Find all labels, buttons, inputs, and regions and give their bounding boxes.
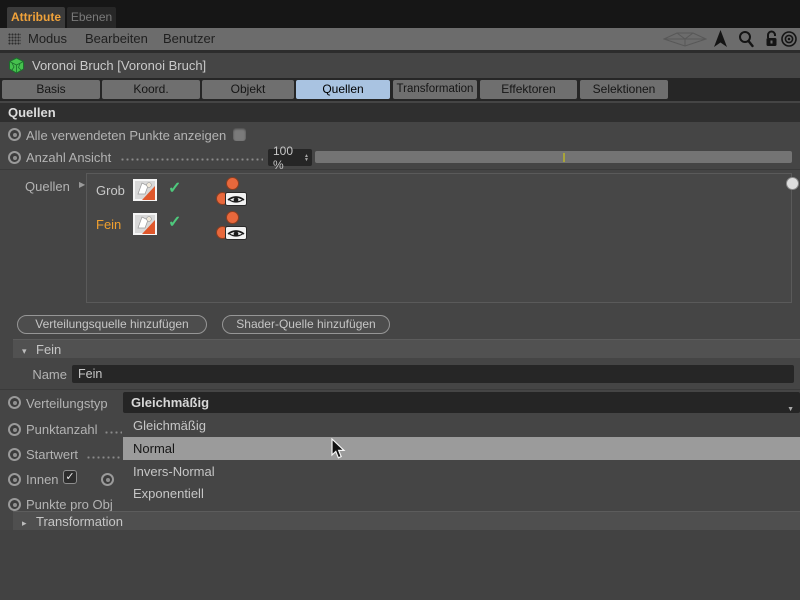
view-count-label: Anzahl Ansicht xyxy=(26,150,112,165)
tab-basis[interactable]: Basis xyxy=(2,80,100,99)
inner-label: Innen xyxy=(26,472,59,487)
group-bar-transformation[interactable]: ▸ Transformation xyxy=(13,511,800,530)
tab-effektoren[interactable]: Effektoren xyxy=(480,80,577,99)
divider xyxy=(0,169,800,170)
dropdown-option-normal[interactable]: Normal xyxy=(123,437,800,460)
list-knob[interactable] xyxy=(786,177,799,190)
name-label: Name xyxy=(32,367,67,382)
tab-koord[interactable]: Koord. xyxy=(102,80,200,99)
keyframe-dot-icon[interactable] xyxy=(8,151,21,164)
sources-list-label: Quellen xyxy=(25,179,70,194)
enabled-check-icon[interactable]: ✓ xyxy=(168,178,181,198)
keyframe-dot-icon[interactable] xyxy=(8,473,21,486)
keyframe-dot-icon[interactable] xyxy=(8,128,21,141)
view-count-field[interactable]: 100 % ▲ ▼ xyxy=(268,144,312,172)
slider-tick xyxy=(563,153,565,162)
mouse-cursor-icon xyxy=(330,437,346,465)
tab-ebenen[interactable]: Ebenen xyxy=(67,7,116,28)
tab-transformation[interactable]: Transformation xyxy=(393,80,477,99)
keyframe-dot-icon[interactable] xyxy=(8,498,21,511)
gem-wireframe-icon[interactable] xyxy=(662,32,708,52)
sources-list[interactable]: Grob ✓ Fein ✓ xyxy=(86,173,799,303)
section-header-label: Quellen xyxy=(8,105,56,120)
combo-value: Gleichmäßig xyxy=(131,395,210,410)
dropdown-option-invers-normal[interactable]: Invers-Normal xyxy=(123,460,800,483)
keyframe-dot-icon[interactable] xyxy=(8,423,21,436)
enabled-check-icon[interactable]: ✓ xyxy=(168,212,181,232)
attribute-manager-window: Attribute Ebenen Modus Bearbeiten Benutz… xyxy=(0,0,800,600)
tab-attribute[interactable]: Attribute xyxy=(7,7,65,28)
tab-objekt[interactable]: Objekt xyxy=(202,80,294,99)
distribution-type-combo[interactable]: Gleichmäßig ▼ xyxy=(123,392,800,413)
empty-area xyxy=(0,530,800,600)
group-bar-fein[interactable]: ▾ Fein xyxy=(13,339,800,358)
view-count-slider[interactable] xyxy=(315,151,792,163)
name-input[interactable] xyxy=(72,365,794,383)
group-bar-label: Transformation xyxy=(36,514,123,529)
tab-quellen[interactable]: Quellen xyxy=(296,80,390,99)
menu-bearbeiten[interactable]: Bearbeiten xyxy=(85,28,148,50)
source-item-grob[interactable]: Grob xyxy=(96,183,125,198)
keyframe-dot-icon[interactable] xyxy=(8,448,21,461)
section-header-quellen[interactable]: Quellen xyxy=(0,103,800,122)
group-bar-label: Fein xyxy=(36,342,62,357)
distribution-source-icon[interactable] xyxy=(133,213,157,240)
dotted-leader xyxy=(86,456,122,459)
grip-icon[interactable] xyxy=(8,33,21,45)
seed-label: Startwert xyxy=(26,447,79,462)
keyframe-dot-icon[interactable] xyxy=(8,396,21,409)
dropdown-option-gleichmaessig[interactable]: Gleichmäßig xyxy=(123,414,800,437)
source-item-fein[interactable]: Fein xyxy=(96,217,121,232)
list-arrow-icon[interactable]: ▶ xyxy=(79,180,85,189)
view-count-value: 100 % xyxy=(273,143,294,172)
target-icon[interactable] xyxy=(781,31,799,52)
dotted-leader xyxy=(104,431,122,434)
state-dot-icon[interactable] xyxy=(226,177,239,190)
distribution-type-dropdown: Gleichmäßig Normal Invers-Normal Exponen… xyxy=(123,414,800,505)
object-title: Voronoi Bruch [Voronoi Bruch] xyxy=(32,58,207,73)
keyframe-dot-icon[interactable] xyxy=(101,473,114,486)
show-points-label: Alle verwendeten Punkte anzeigen xyxy=(26,128,227,143)
voronoi-fracture-icon xyxy=(8,57,25,79)
add-distribution-source-button[interactable]: Verteilungsquelle hinzufügen xyxy=(17,315,207,334)
distribution-type-label: Verteilungstyp xyxy=(26,396,108,411)
dropdown-option-exponentiell[interactable]: Exponentiell xyxy=(123,483,800,505)
tab-selektionen[interactable]: Selektionen xyxy=(580,80,668,99)
collapse-arrow-icon: ▾ xyxy=(22,346,27,356)
stepper-icon[interactable]: ▲ ▼ xyxy=(304,153,312,162)
dotted-leader xyxy=(120,158,263,161)
menu-modus[interactable]: Modus xyxy=(28,28,67,50)
points-per-object-label: Punkte pro Obj xyxy=(26,497,113,512)
show-points-checkbox[interactable] xyxy=(233,128,246,141)
inner-checkbox[interactable]: ✓ xyxy=(63,470,77,484)
add-shader-source-button[interactable]: Shader-Quelle hinzufügen xyxy=(222,315,390,334)
point-count-label: Punktanzahl xyxy=(26,422,98,437)
menu-benutzer[interactable]: Benutzer xyxy=(163,28,215,50)
distribution-source-icon[interactable] xyxy=(133,179,157,206)
visibility-eye-icon[interactable] xyxy=(225,192,247,211)
panel-tab-strip xyxy=(0,0,800,28)
visibility-eye-icon[interactable] xyxy=(225,226,247,245)
state-dot-icon[interactable] xyxy=(226,211,239,224)
divider xyxy=(0,389,800,390)
